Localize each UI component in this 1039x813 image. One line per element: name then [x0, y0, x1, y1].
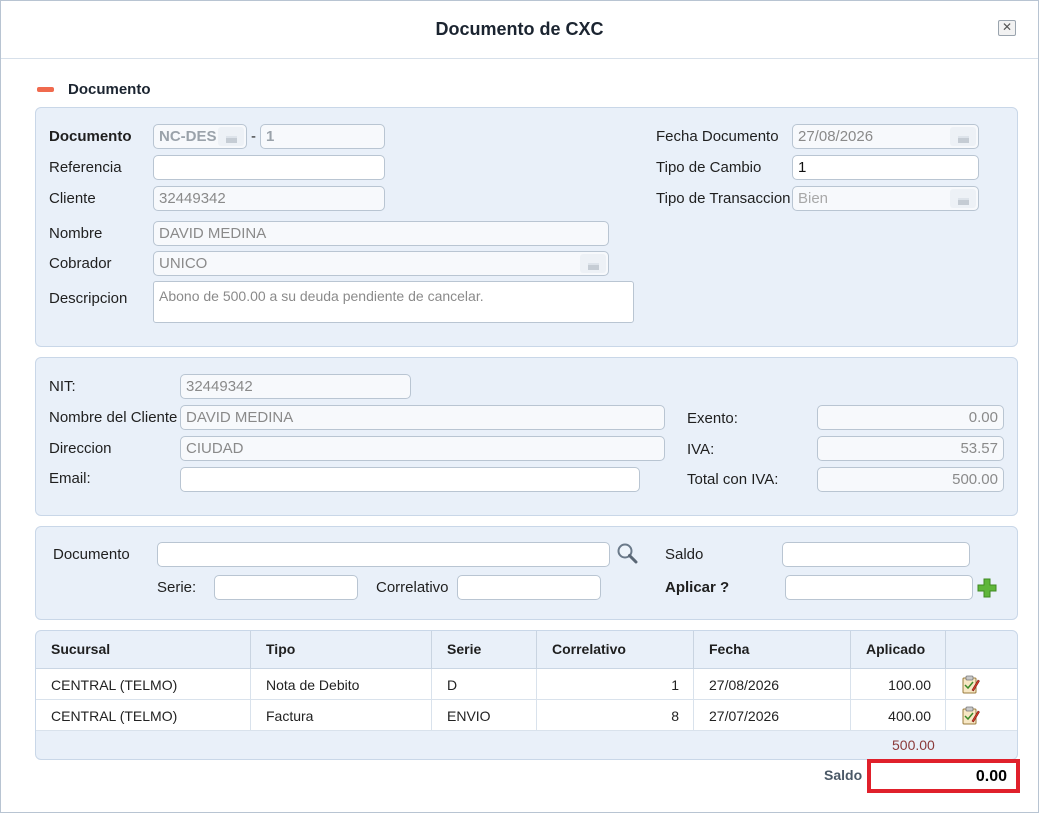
table-row[interactable]: CENTRAL (TELMO) Factura ENVIO 8 27/07/20…	[36, 700, 1017, 731]
dialog-title: Documento de CXC	[435, 19, 604, 39]
cell-tipo: Nota de Debito	[251, 669, 432, 700]
cobrador-value: UNICO	[159, 255, 208, 272]
tipo-transaccion-select[interactable]: Bien	[792, 186, 979, 211]
iva-label: IVA:	[687, 441, 715, 458]
cell-sucursal: CENTRAL (TELMO)	[36, 669, 251, 700]
column-header-serie[interactable]: Serie	[432, 631, 537, 669]
add-icon[interactable]	[977, 578, 997, 598]
cell-fecha: 27/08/2026	[694, 669, 851, 700]
cell-tipo: Factura	[251, 700, 432, 731]
total-iva-label: Total con IVA:	[687, 471, 779, 488]
saldo-value: 0.00	[975, 768, 1007, 785]
nit-label: NIT:	[49, 378, 76, 395]
exento-field[interactable]: 0.00	[817, 405, 1004, 430]
documento-separator: -	[251, 128, 256, 145]
apply-panel	[35, 526, 1018, 620]
nombre-field[interactable]: DAVID MEDINA	[153, 221, 609, 246]
apply-saldo-field[interactable]	[782, 542, 970, 567]
referencia-label: Referencia	[49, 159, 122, 176]
nombre-cliente-field[interactable]: DAVID MEDINA	[180, 405, 665, 430]
documento-label: Documento	[49, 128, 132, 145]
documento-tipo-value: NC-DES	[159, 128, 217, 145]
descripcion-label: Descripcion	[49, 290, 128, 307]
cliente-label: Cliente	[49, 190, 96, 207]
documento-numero-field[interactable]: 1	[260, 124, 385, 149]
edit-icon[interactable]	[962, 706, 980, 725]
nit-field[interactable]: 32449342	[180, 374, 411, 399]
dropdown-arrow-icon[interactable]	[218, 127, 244, 146]
total-iva-field[interactable]: 500.00	[817, 467, 1004, 492]
edit-icon[interactable]	[962, 675, 980, 694]
direccion-field[interactable]: CIUDAD	[180, 436, 665, 461]
nombre-label: Nombre	[49, 225, 103, 242]
email-field[interactable]	[180, 467, 640, 492]
search-icon[interactable]	[616, 542, 638, 564]
cell-correlativo: 1	[537, 669, 694, 700]
tipo-transaccion-label: Tipo de Transaccion	[656, 190, 791, 207]
tipo-transaccion-value: Bien	[798, 190, 829, 207]
exento-label: Exento:	[687, 410, 738, 427]
cell-aplicado: 400.00	[851, 700, 946, 731]
cell-sucursal: CENTRAL (TELMO)	[36, 700, 251, 731]
column-header-correlativo[interactable]: Correlativo	[537, 631, 694, 669]
collapse-section-icon[interactable]	[37, 87, 54, 92]
nombre-cliente-label: Nombre del Cliente	[49, 409, 178, 426]
cell-aplicado: 100.00	[851, 669, 946, 700]
email-label: Email:	[49, 470, 91, 487]
cobrador-label: Cobrador	[49, 255, 112, 272]
aplicar-field[interactable]	[785, 575, 973, 600]
table-row[interactable]: CENTRAL (TELMO) Nota de Debito D 1 27/08…	[36, 669, 1017, 700]
cell-correlativo: 8	[537, 700, 694, 731]
direccion-label: Direccion	[49, 440, 112, 457]
descripcion-textarea[interactable]: Abono de 500.00 a su deuda pendiente de …	[153, 281, 634, 323]
section-title: Documento	[68, 81, 151, 98]
cxc-document-dialog: Documento de CXC ✕ Documento Documento N…	[0, 0, 1039, 813]
correlativo-field[interactable]	[457, 575, 601, 600]
dropdown-arrow-icon[interactable]	[950, 189, 976, 208]
cell-serie: D	[432, 669, 537, 700]
fecha-documento-value: 27/08/2026	[798, 128, 874, 145]
fecha-documento-label: Fecha Documento	[656, 128, 779, 145]
column-header-sucursal[interactable]: Sucursal	[36, 631, 251, 669]
dialog-header: Documento de CXC ✕	[1, 1, 1038, 59]
aplicar-label: Aplicar ?	[665, 579, 730, 596]
dropdown-arrow-icon[interactable]	[580, 254, 606, 273]
tipo-cambio-label: Tipo de Cambio	[656, 159, 762, 176]
applied-documents-grid: Sucursal Tipo Serie Correlativo Fecha Ap…	[35, 630, 1018, 760]
serie-label: Serie:	[157, 579, 197, 596]
iva-field[interactable]: 53.57	[817, 436, 1004, 461]
referencia-field[interactable]	[153, 155, 385, 180]
total-aplicado: 500.00	[892, 737, 935, 753]
column-header-aplicado[interactable]: Aplicado	[851, 631, 946, 669]
documento-tipo-select[interactable]: NC-DES	[153, 124, 247, 149]
column-header-tipo[interactable]: Tipo	[251, 631, 432, 669]
serie-field[interactable]	[214, 575, 358, 600]
saldo-label: Saldo	[824, 767, 863, 783]
column-header-fecha[interactable]: Fecha	[694, 631, 851, 669]
grid-header: Sucursal Tipo Serie Correlativo Fecha Ap…	[36, 631, 1017, 669]
apply-saldo-label: Saldo	[665, 546, 704, 563]
fecha-documento-field[interactable]: 27/08/2026	[792, 124, 979, 149]
apply-documento-field[interactable]	[157, 542, 610, 567]
tipo-cambio-field[interactable]: 1	[792, 155, 979, 180]
apply-documento-label: Documento	[53, 546, 130, 563]
cliente-field[interactable]: 32449342	[153, 186, 385, 211]
cell-fecha: 27/07/2026	[694, 700, 851, 731]
saldo-value-box: 0.00	[867, 759, 1020, 793]
cobrador-select[interactable]: UNICO	[153, 251, 609, 276]
correlativo-label: Correlativo	[376, 579, 449, 596]
close-icon[interactable]: ✕	[998, 20, 1016, 36]
calendar-icon[interactable]	[950, 127, 976, 146]
cell-serie: ENVIO	[432, 700, 537, 731]
